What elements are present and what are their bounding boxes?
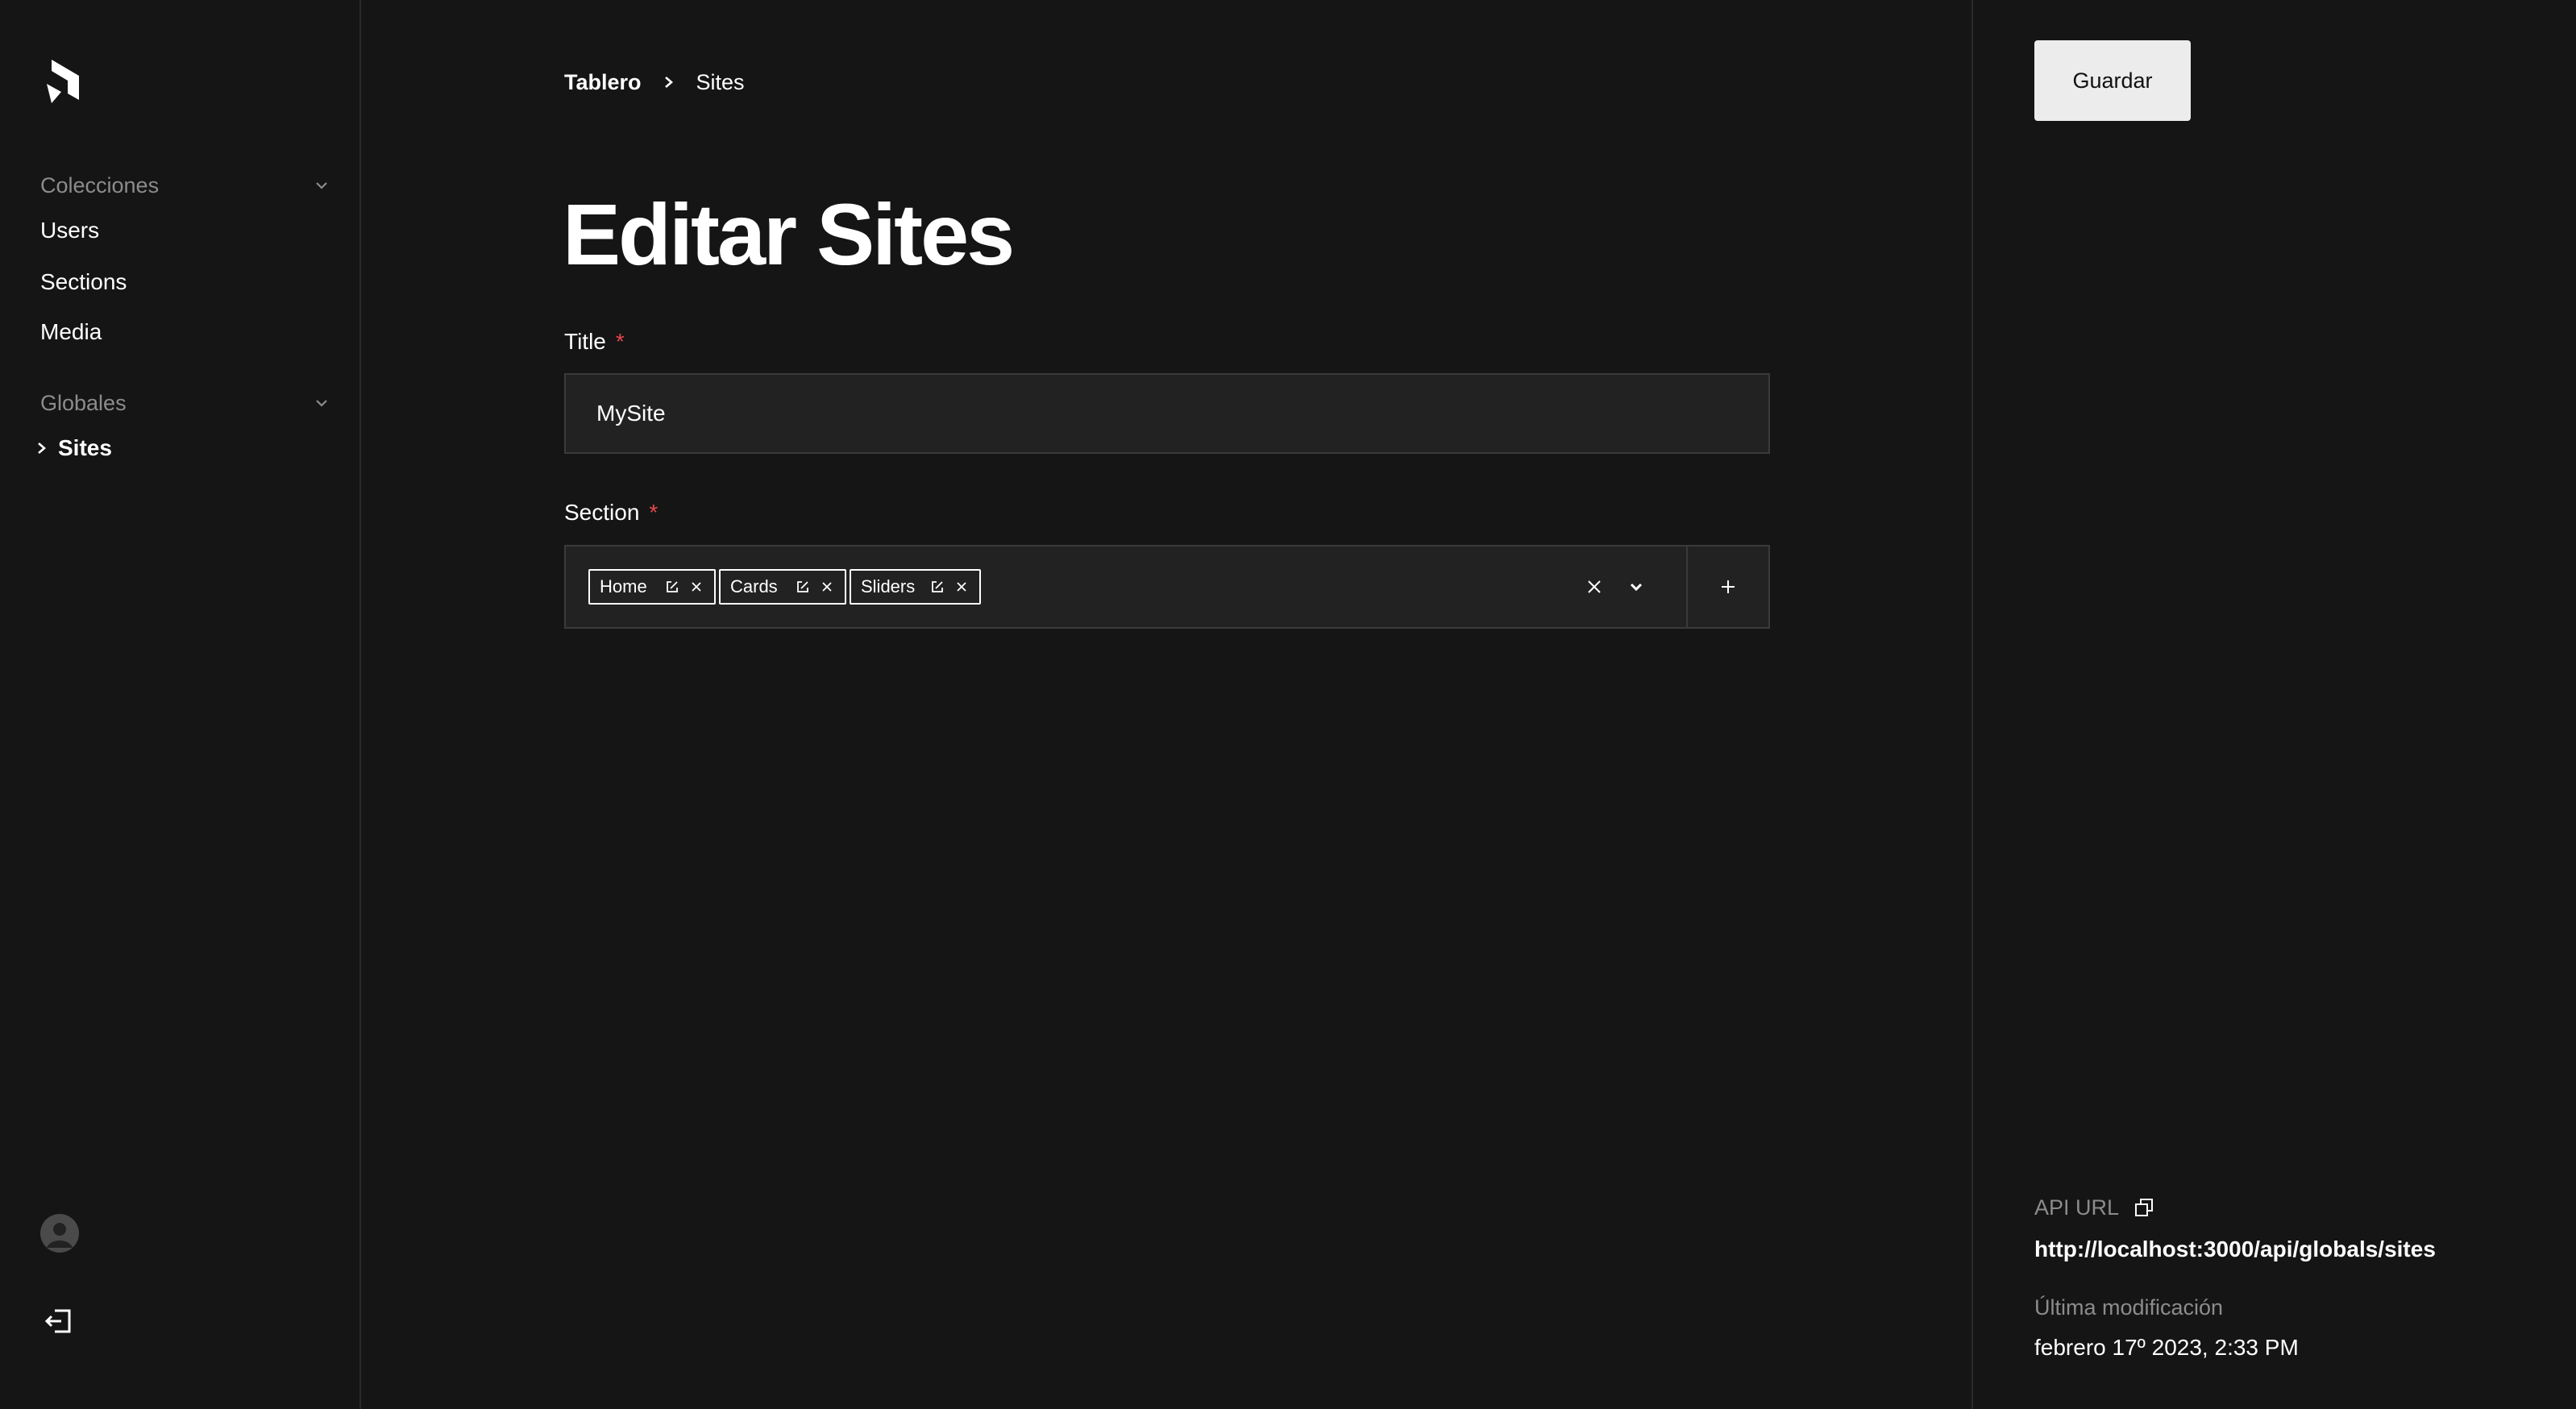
clear-selection-icon[interactable] xyxy=(1585,577,1604,596)
page-title: Editar Sites xyxy=(563,185,1015,283)
sidebar-group-label: Globales xyxy=(40,390,127,415)
required-mark: * xyxy=(649,500,659,525)
chip-label: Home xyxy=(600,576,647,596)
save-button[interactable]: Guardar xyxy=(2034,40,2191,121)
logout-icon[interactable] xyxy=(44,1306,74,1336)
breadcrumb: Tablero Sites xyxy=(564,66,745,98)
chevron-right-icon xyxy=(38,443,46,454)
selected-chips: Home Cards Sliders xyxy=(566,547,1585,627)
section-field-label: Section * xyxy=(564,497,658,529)
sidebar-group-colecciones[interactable]: Colecciones xyxy=(40,169,330,202)
plus-icon xyxy=(1722,580,1735,593)
field-label-text: Title xyxy=(564,329,606,354)
chip-home: Home xyxy=(588,569,716,605)
chevron-down-icon[interactable] xyxy=(1627,577,1646,596)
chip-sliders: Sliders xyxy=(850,569,982,605)
user-avatar-icon[interactable] xyxy=(40,1214,79,1253)
sidebar-group-label: Colecciones xyxy=(40,172,160,197)
title-field-label: Title * xyxy=(564,326,625,358)
section-relationship-select[interactable]: Home Cards Sliders xyxy=(564,545,1770,629)
field-label-text: Section xyxy=(564,500,640,525)
document-sidebar: Guardar API URL http://localhost:3000/ap… xyxy=(1971,0,2576,1409)
api-url-label: API URL xyxy=(2034,1191,2154,1224)
sidebar-item-sections[interactable]: Sections xyxy=(40,266,127,298)
close-icon[interactable] xyxy=(688,579,704,595)
sidebar-item-label: Sites xyxy=(58,435,112,460)
close-icon[interactable] xyxy=(819,579,835,595)
sidebar-item-sites[interactable]: Sites xyxy=(35,432,112,464)
edit-icon[interactable] xyxy=(929,579,945,595)
edit-icon[interactable] xyxy=(664,579,680,595)
chevron-right-icon xyxy=(664,77,673,88)
payload-logo-icon[interactable] xyxy=(44,60,82,103)
sidebar: Colecciones Users Sections Media Globale… xyxy=(0,0,361,1409)
main-content: Tablero Sites Editar Sites Title * Sectio… xyxy=(361,0,1971,1409)
required-mark: * xyxy=(615,329,625,354)
edit-icon[interactable] xyxy=(795,579,811,595)
api-url-link[interactable]: http://localhost:3000/api/globals/sites xyxy=(2034,1233,2436,1266)
breadcrumb-current: Sites xyxy=(696,69,745,94)
copy-icon[interactable] xyxy=(2134,1197,2154,1218)
select-controls xyxy=(1585,547,1686,627)
chip-label: Sliders xyxy=(861,576,916,596)
chip-label: Cards xyxy=(730,576,778,596)
chevron-down-icon xyxy=(316,182,327,189)
breadcrumb-link-tablero[interactable]: Tablero xyxy=(564,70,642,95)
chevron-down-icon xyxy=(316,400,327,407)
title-input[interactable] xyxy=(564,373,1770,454)
sidebar-group-globales[interactable]: Globales xyxy=(40,387,330,419)
last-modified-label: Última modificación xyxy=(2034,1295,2224,1320)
chip-cards: Cards xyxy=(719,569,846,605)
sidebar-item-users[interactable]: Users xyxy=(40,214,99,247)
api-url-label-text: API URL xyxy=(2034,1195,2120,1220)
close-icon[interactable] xyxy=(954,579,970,595)
add-new-section-button[interactable] xyxy=(1686,547,1768,627)
sidebar-item-media[interactable]: Media xyxy=(40,316,102,348)
last-modified-value: febrero 17º 2023, 2:33 PM xyxy=(2034,1335,2299,1360)
